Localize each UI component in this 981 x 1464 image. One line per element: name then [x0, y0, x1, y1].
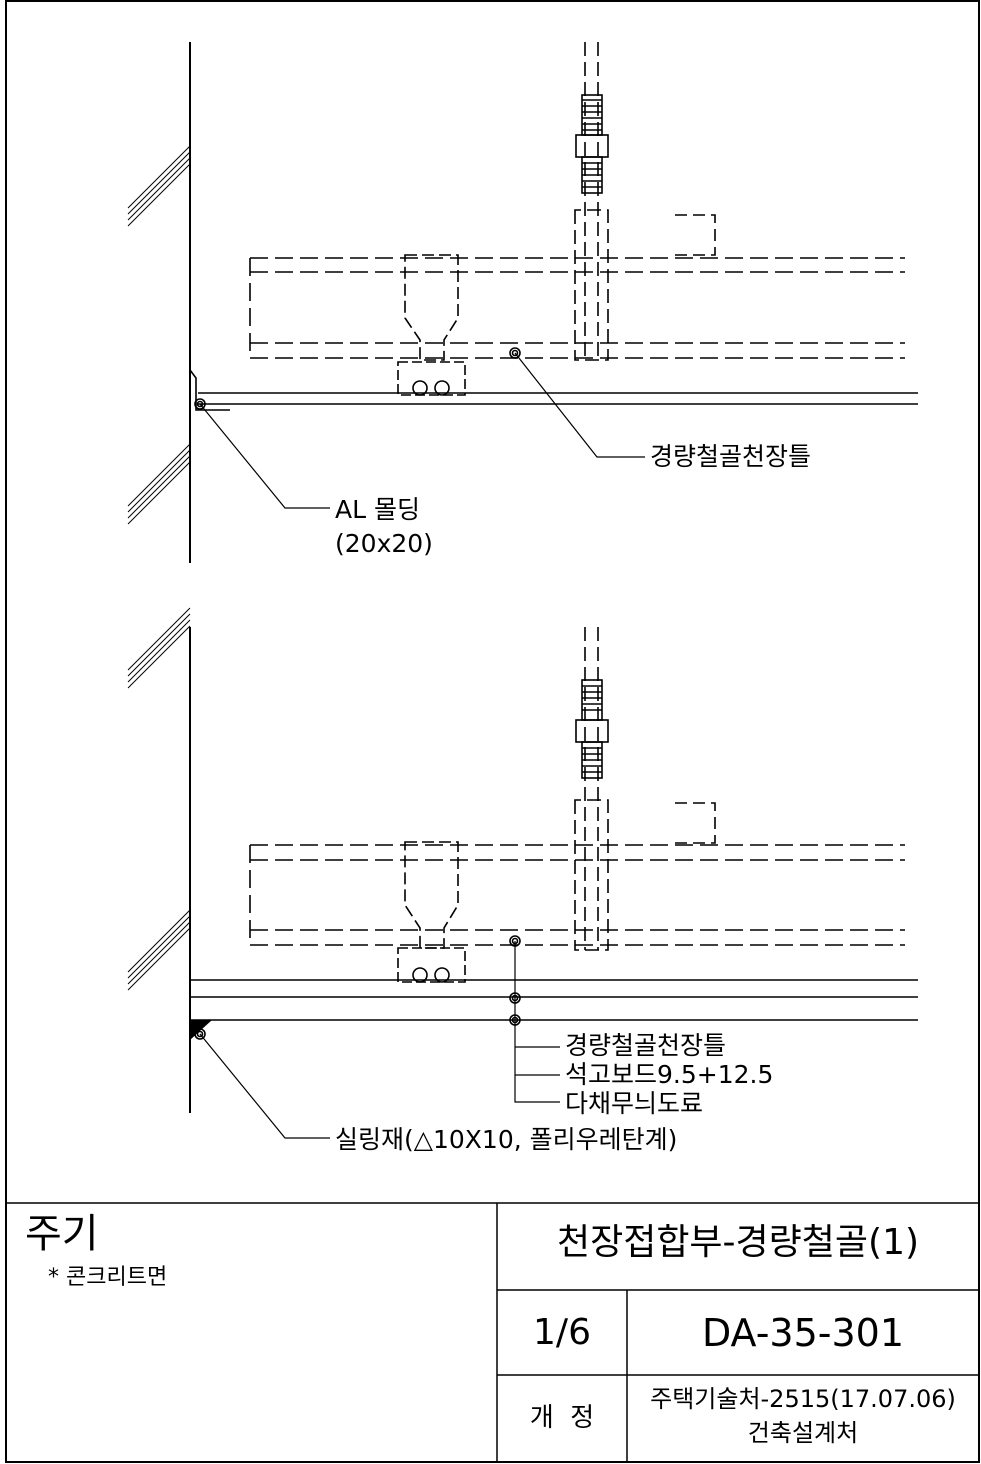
- label-al-molding: AL 몰딩: [335, 495, 420, 524]
- label-finish-paint: 다채무늬도료: [565, 1089, 704, 1118]
- lower-detail: [127, 607, 918, 1139]
- label-ceiling-frame-lower: 경량철골천장틀: [565, 1031, 727, 1060]
- note-concrete: * 콘크리트면: [48, 1265, 168, 1290]
- sheet-number: 1/6: [533, 1312, 591, 1353]
- upper-detail: [127, 42, 918, 563]
- drawing-number: DA-35-301: [701, 1311, 905, 1355]
- concrete-hatch-lower: [127, 607, 191, 991]
- label-gypsum-board: 석고보드9.5+12.5: [565, 1060, 774, 1089]
- label-ceiling-frame-upper: 경량철골천장틀: [650, 442, 812, 471]
- revision-label: 개 정: [529, 1403, 595, 1433]
- label-sealant: 실링재(△10X10, 폴리우레탄계): [335, 1125, 678, 1154]
- label-molding-size: (20x20): [335, 529, 433, 558]
- revision-line-1: 주택기술처-2515(17.07.06): [650, 1385, 956, 1413]
- concrete-hatch-upper: [127, 145, 191, 525]
- revision-line-2: 건축설계처: [747, 1419, 859, 1447]
- drawing-title: 천장접합부-경량철골(1): [556, 1222, 920, 1263]
- notes-title: 주기: [25, 1211, 99, 1257]
